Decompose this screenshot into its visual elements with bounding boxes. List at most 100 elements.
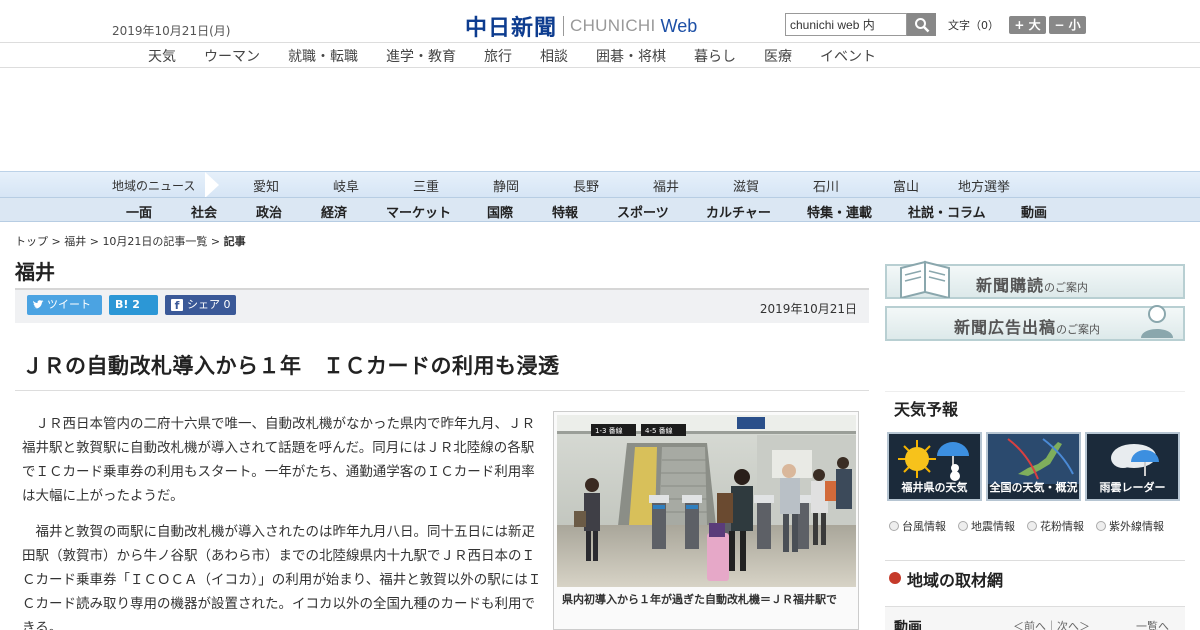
breadcrumb: トップ > 福井 > 10月21日の記事一覧 > 記事	[15, 233, 246, 249]
typhoon-link[interactable]: 台風情報	[889, 518, 946, 534]
genre-item[interactable]: 旅行	[484, 46, 512, 66]
video-prev-next[interactable]: ＜前へ｜次へ＞	[1013, 618, 1090, 630]
site-search	[785, 13, 936, 36]
article-paragraph: 福井と敦賀の両駅に自動改札機が導入されたのは昨年九月八日。同十五日には新疋田駅（…	[22, 524, 542, 630]
earthquake-link[interactable]: 地震情報	[958, 518, 1015, 534]
section-nav: 一面 社会 政治 経済 マーケット 国際 特報 スポーツ カルチャー 特集・連載…	[0, 197, 1200, 222]
genre-item[interactable]: 天気	[148, 46, 176, 66]
search-button[interactable]	[907, 13, 936, 36]
section-item[interactable]: マーケット	[386, 202, 451, 221]
bullet-icon	[889, 521, 899, 531]
genre-item[interactable]: 進学・教育	[386, 46, 456, 66]
weather-tile-rain-radar[interactable]: 雨雲レーダー	[1085, 432, 1180, 501]
region-item-shiga[interactable]: 滋賀	[733, 176, 759, 195]
genre-nav: 天気 ウーマン 就職・転職 進学・教育 旅行 相談 囲碁・将棋 暮らし 医療 イ…	[0, 42, 1200, 68]
breadcrumb-top[interactable]: トップ	[15, 235, 48, 248]
region-item-aichi[interactable]: 愛知	[253, 176, 279, 195]
share-bar: ツイート B! 2 f シェア 0 2019年10月21日	[15, 288, 869, 323]
weather-tile-fukui[interactable]: 福井県の天気	[887, 432, 982, 501]
section-item[interactable]: 経済	[321, 202, 347, 221]
subscription-banner-label: 新聞購読のご案内	[976, 272, 1088, 296]
section-item[interactable]: 社会	[191, 202, 217, 221]
genre-item[interactable]: イベント	[820, 46, 876, 66]
region-nav-arrow	[205, 172, 219, 198]
region-item-ishikawa[interactable]: 石川	[813, 176, 839, 195]
banner-sub: のご案内	[1056, 323, 1101, 336]
facebook-share-button[interactable]: f シェア 0	[165, 295, 236, 315]
advertising-banner[interactable]: 新聞広告出稿のご案内	[885, 305, 1185, 341]
video-list-link[interactable]: 一覧へ	[1136, 618, 1169, 630]
article-photo-figure: 1-3 番線 4-5 番線 県内初導入から１年が過ぎた自動改札機＝ＪＲ福井駅で	[553, 411, 859, 630]
font-larger-button[interactable]: + 大	[1009, 16, 1046, 34]
region-item-nagano[interactable]: 長野	[573, 176, 599, 195]
uv-link[interactable]: 紫外線情報	[1096, 518, 1164, 534]
genre-item[interactable]: ウーマン	[204, 46, 260, 66]
link-label: 台風情報	[902, 520, 946, 533]
region-item-fukui[interactable]: 福井	[653, 176, 679, 195]
bureau-section-header[interactable]: 地域の取材網	[885, 560, 1185, 594]
tweet-label: ツイート	[47, 298, 91, 311]
breadcrumb-pref[interactable]: 福井	[64, 235, 86, 248]
weather-links: 台風情報 地震情報 花粉情報 紫外線情報	[889, 518, 1176, 534]
logo-kanji: 中日新聞	[465, 15, 558, 41]
region-item-toyama[interactable]: 富山	[893, 176, 919, 195]
font-size-label: 文字（0）	[948, 19, 999, 32]
breadcrumb-list[interactable]: 10月21日の記事一覧	[102, 235, 207, 248]
platform-sign-2: 4-5 番線	[645, 426, 673, 435]
station-gate-photo: 1-3 番線 4-5 番線	[557, 415, 856, 587]
region-nav: 地域のニュース 愛知 岐阜 三重 静岡 長野 福井 滋賀 石川 富山 地方選挙	[0, 171, 1200, 198]
hatena-label: B! 2	[115, 298, 140, 311]
genre-item[interactable]: 相談	[540, 46, 568, 66]
article-photo[interactable]: 1-3 番線 4-5 番線	[557, 415, 856, 587]
region-item-gifu[interactable]: 岐阜	[333, 176, 359, 195]
weather-tile-label: 雨雲レーダー	[1099, 481, 1166, 494]
section-item[interactable]: カルチャー	[706, 202, 771, 221]
pollen-link[interactable]: 花粉情報	[1027, 518, 1084, 534]
genre-item[interactable]: 就職・転職	[288, 46, 358, 66]
weather-tile-national[interactable]: 全国の天気・概況	[986, 432, 1081, 501]
genre-item[interactable]: 囲碁・将棋	[596, 46, 666, 66]
region-item-mie[interactable]: 三重	[413, 176, 439, 195]
site-logo[interactable]: 中日新聞 CHUNICHI Web	[465, 10, 697, 42]
search-input[interactable]	[785, 13, 907, 36]
sun-umbrella-icon	[898, 440, 969, 481]
bullet-icon	[1096, 521, 1106, 531]
section-item[interactable]: 政治	[256, 202, 282, 221]
weather-title: 天気予報	[894, 400, 959, 419]
region-item-shizuoka[interactable]: 静岡	[493, 176, 519, 195]
weather-tile-label: 全国の天気・概況	[989, 481, 1078, 494]
section-item[interactable]: 国際	[487, 202, 513, 221]
logo-web: Web	[660, 15, 698, 36]
section-item[interactable]: スポーツ	[617, 202, 669, 221]
weather-tiles: 福井県の天気 全国の天気・概況 雨雲レーダー	[887, 432, 1187, 501]
breadcrumb-current: 記事	[223, 235, 246, 248]
ad-space	[0, 68, 1200, 171]
rain-cloud-icon	[1111, 444, 1159, 476]
logo-english: CHUNICHI	[570, 16, 656, 35]
advertising-banner-label: 新聞広告出稿のご案内	[954, 314, 1100, 338]
breadcrumb-separator: >	[86, 235, 103, 248]
publish-date: 2019年10月21日	[759, 302, 857, 316]
photo-caption: 県内初導入から１年が過ぎた自動改札機＝ＪＲ福井駅で	[562, 593, 837, 606]
section-item[interactable]: 社説・コラム	[908, 202, 986, 221]
genre-item[interactable]: 医療	[764, 46, 792, 66]
site-header: 2019年10月21日(月) 中日新聞 CHUNICHI Web 文字（0） +…	[0, 0, 1200, 43]
subscription-banner[interactable]: 新聞購読のご案内	[885, 260, 1185, 299]
region-item-elections[interactable]: 地方選挙	[958, 176, 1010, 195]
section-item[interactable]: 特集・連載	[807, 202, 872, 221]
hatena-bookmark-button[interactable]: B! 2	[109, 295, 158, 315]
font-smaller-button[interactable]: − 小	[1049, 16, 1086, 34]
newspaper-icon	[900, 260, 950, 298]
section-item[interactable]: 一面	[126, 202, 152, 221]
bullet-icon	[958, 521, 968, 531]
banner-main: 新聞購読	[976, 276, 1045, 295]
link-label: 紫外線情報	[1109, 520, 1164, 533]
breadcrumb-separator: >	[48, 235, 65, 248]
section-item[interactable]: 動画	[1021, 202, 1047, 221]
header-date: 2019年10月21日(月)	[112, 24, 231, 38]
section-item[interactable]: 特報	[552, 202, 578, 221]
region-nav-label: 地域のニュース	[112, 179, 196, 193]
tweet-button[interactable]: ツイート	[27, 295, 102, 315]
person-icon	[1141, 305, 1173, 338]
genre-item[interactable]: 暮らし	[694, 46, 736, 66]
